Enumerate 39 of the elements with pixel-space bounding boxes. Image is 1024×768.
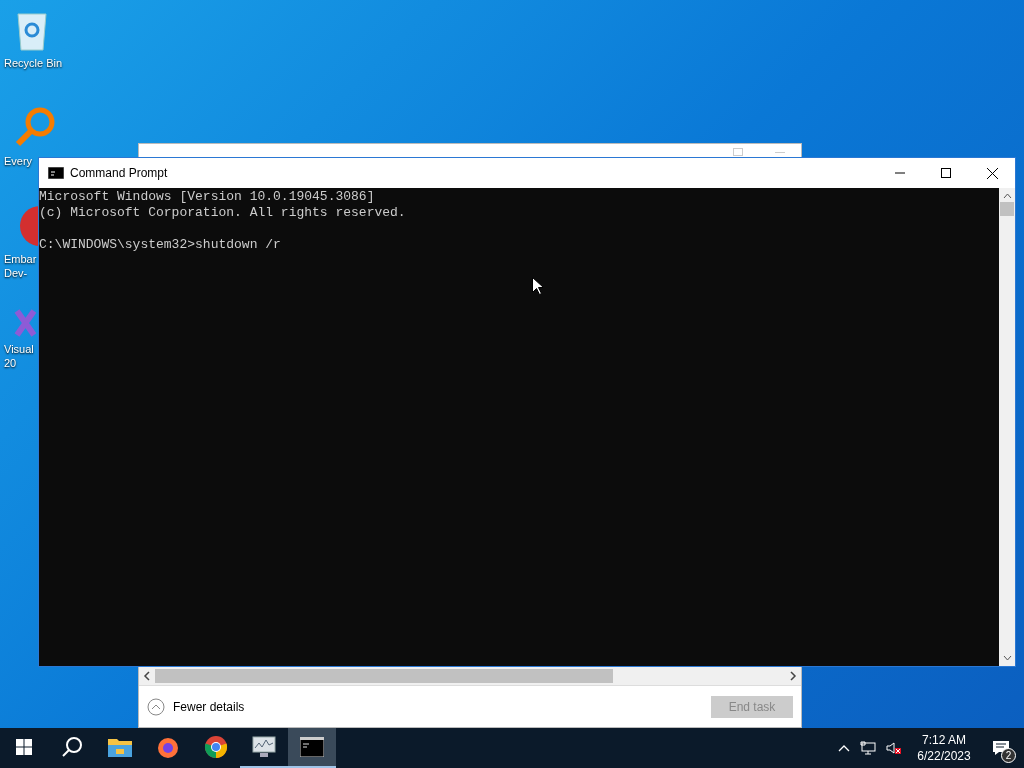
scrollbar-thumb[interactable] (1000, 202, 1014, 216)
fewer-details-link[interactable]: Fewer details (173, 697, 245, 716)
console-line: Microsoft Windows [Version 10.0.19045.3086] (39, 189, 376, 205)
maximize-icon[interactable] (941, 168, 951, 178)
console-line: (c) Microsoft Corporation. All rights reserved. (39, 205, 407, 221)
fox-globe-icon (156, 735, 180, 759)
chevron-up-icon[interactable] (838, 744, 850, 752)
scroll-up-icon[interactable] (1002, 193, 1012, 199)
horizontal-scrollbar[interactable] (139, 667, 801, 685)
clock-date[interactable]: 6/22/2023 (917, 748, 971, 764)
desktop-icon-label[interactable]: Visual (4, 342, 34, 356)
console-icon (48, 167, 64, 179)
scrollbar-thumb[interactable] (155, 669, 613, 683)
search-icon (61, 736, 83, 758)
scroll-down-icon[interactable] (1002, 655, 1012, 661)
mouse-pointer-icon (532, 277, 543, 295)
chrome-icon (204, 735, 228, 759)
taskbar-button[interactable] (288, 728, 336, 768)
vertical-scrollbar[interactable] (999, 188, 1015, 666)
clock-time[interactable]: 7:12 AM (922, 732, 966, 748)
notification-button[interactable]: 2 (986, 733, 1016, 763)
desktop-icon-label[interactable]: Recycle Bin (4, 56, 63, 70)
network-monitor-icon[interactable] (860, 741, 876, 755)
speaker-muted-icon[interactable] (886, 741, 902, 755)
scroll-right-icon[interactable] (789, 671, 797, 681)
desktop-icon-label[interactable]: Every (4, 154, 33, 168)
scroll-left-icon[interactable] (143, 671, 151, 681)
console-icon (300, 737, 324, 757)
desktop-icon-label[interactable]: 20 (4, 356, 17, 370)
window-title: Command Prompt (70, 165, 168, 182)
close-icon[interactable] (987, 167, 998, 179)
console-line: C:\WINDOWS\system32>shutdown /r (39, 237, 282, 253)
windows-logo-icon (16, 739, 32, 755)
monitor-chart-icon (252, 736, 276, 758)
collapse-icon[interactable] (147, 697, 165, 716)
notification-count: 2 (1001, 748, 1016, 763)
desktop-icon-label[interactable]: Dev- (4, 266, 28, 280)
folder-icon (108, 737, 132, 757)
desktop-icon-label[interactable]: Embar (4, 252, 37, 266)
